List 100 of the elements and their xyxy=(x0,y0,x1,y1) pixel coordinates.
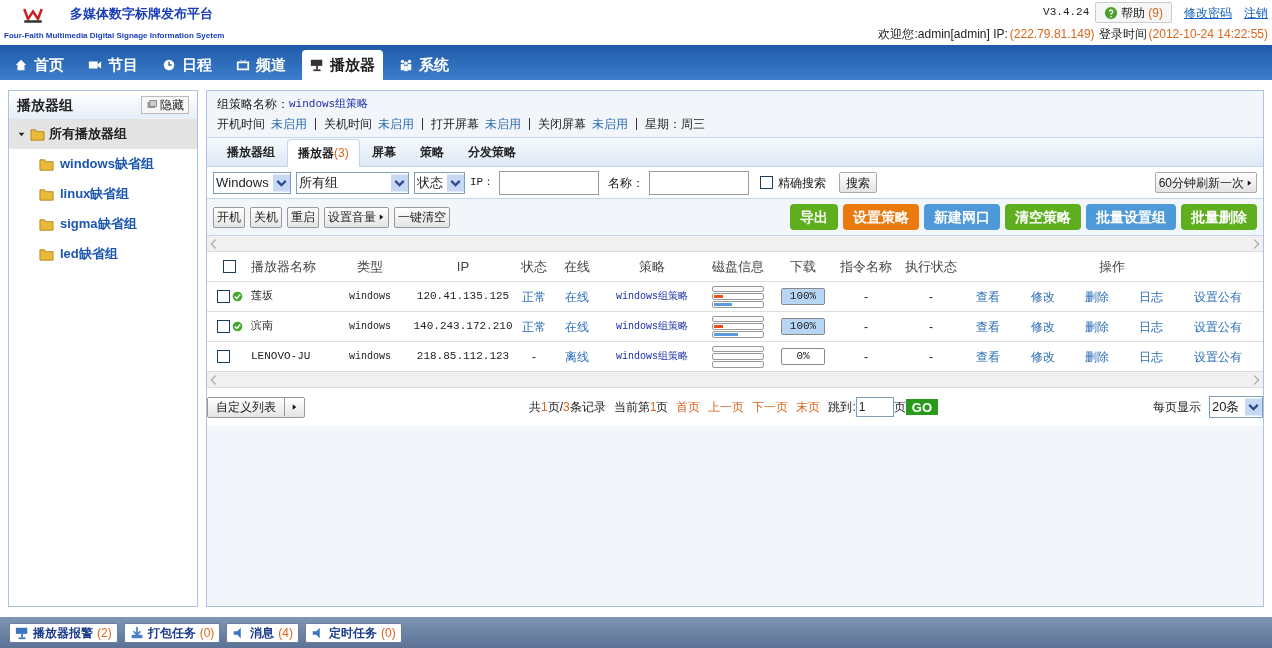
sub-tab[interactable]: 播放器组 xyxy=(215,138,287,166)
column-header: 操作 xyxy=(1098,257,1126,276)
row-action-link[interactable]: 日志 xyxy=(1139,347,1164,366)
caret-icon xyxy=(378,213,385,221)
status-bar-button[interactable]: 定时任务 (0) xyxy=(305,622,402,643)
page-suffix: 页 xyxy=(893,399,906,416)
row-action-link[interactable]: 设置公有 xyxy=(1193,317,1242,336)
setting-label: 打开屏幕 xyxy=(431,116,479,133)
status-bar-button[interactable]: 打包任务 (0) xyxy=(123,622,221,643)
caret-icon xyxy=(1246,178,1253,187)
policy-name-label: 组策略名称： xyxy=(217,96,289,113)
row-action-link[interactable]: 查看 xyxy=(976,287,1001,306)
download-percent: 100% xyxy=(788,319,818,334)
tree-item[interactable]: 所有播放器组 xyxy=(9,119,197,149)
online-status-link[interactable]: 离线 xyxy=(551,347,603,366)
row-action-link[interactable]: 日志 xyxy=(1139,287,1164,306)
column-header: 下载 xyxy=(789,257,817,276)
column-header: 磁盘信息 xyxy=(711,257,765,276)
tree-item[interactable]: windows缺省组 xyxy=(9,149,197,179)
pager-link[interactable]: 末页 xyxy=(796,398,821,416)
nav-tab[interactable]: 节目 xyxy=(80,50,146,80)
status-bar-button[interactable]: 播放器报警 (2) xyxy=(9,622,118,643)
action-button[interactable]: 重启 xyxy=(287,206,319,228)
sub-tab[interactable]: 屏幕 xyxy=(359,138,408,166)
name-input-field[interactable] xyxy=(649,170,750,195)
header-link[interactable]: 修改密码 xyxy=(1184,3,1232,22)
row-action-link[interactable]: 删除 xyxy=(1084,347,1109,366)
action-button[interactable]: 一键清空 xyxy=(394,206,450,228)
os-dropdown[interactable]: Windows xyxy=(213,171,291,194)
table-cell-text: 滨南 xyxy=(251,319,274,335)
row-action-link[interactable]: 设置公有 xyxy=(1193,347,1242,366)
online-status-link[interactable]: 在线 xyxy=(551,317,603,336)
monitor-icon xyxy=(15,625,29,640)
row-checkbox[interactable] xyxy=(217,290,230,303)
row-action-link[interactable]: 修改 xyxy=(1030,347,1055,366)
horizontal-scrollbar[interactable] xyxy=(207,236,1263,252)
row-action-link[interactable]: 删除 xyxy=(1084,287,1109,306)
row-action-link[interactable]: 设置公有 xyxy=(1193,287,1242,306)
nav-tab[interactable]: 首页 xyxy=(6,50,72,80)
row-checkbox[interactable] xyxy=(217,350,230,363)
policy-link[interactable]: windows组策略 xyxy=(603,349,701,364)
column-header: 状态 xyxy=(520,257,548,276)
row-action-link[interactable]: 修改 xyxy=(1030,287,1055,306)
pager-link[interactable]: 上一页 xyxy=(708,398,745,416)
row-checkbox[interactable] xyxy=(217,320,230,333)
login-time: (2012-10-24 14:22:55) xyxy=(1148,26,1268,43)
group-dropdown[interactable]: 所有组 xyxy=(296,171,409,194)
folder-icon xyxy=(39,216,54,232)
action-button[interactable]: 开机 xyxy=(213,206,245,228)
column-header: 播放器名称 xyxy=(251,257,317,276)
header-link[interactable]: 注销 xyxy=(1244,3,1268,22)
status-bar-button[interactable]: 消息 (4) xyxy=(226,622,299,643)
row-action-link[interactable]: 查看 xyxy=(976,317,1001,336)
exact-search-checkbox[interactable] xyxy=(760,176,774,189)
go-button[interactable]: GO xyxy=(905,399,938,415)
sub-tab[interactable]: 播放器(3) xyxy=(287,139,360,167)
tree-item[interactable]: linux缺省组 xyxy=(9,179,197,209)
row-action-link[interactable]: 修改 xyxy=(1030,317,1055,336)
ip-input-field[interactable] xyxy=(499,170,600,195)
search-button[interactable]: 搜索 xyxy=(839,172,878,193)
hide-button[interactable]: 隐藏 xyxy=(141,96,189,114)
refresh-interval-button[interactable]: 60分钟刷新一次 xyxy=(1154,172,1257,193)
setting-label: 关机时间 xyxy=(324,116,372,133)
folder-icon xyxy=(30,126,45,142)
policy-link[interactable]: windows组策略 xyxy=(603,289,701,304)
sub-tab[interactable]: 分发策略 xyxy=(455,138,528,166)
action-button[interactable]: 关机 xyxy=(250,206,282,228)
table-cell-text: 120.41.135.125 xyxy=(415,289,511,305)
sub-tab[interactable]: 策略 xyxy=(407,138,456,166)
page-input-field[interactable]: 1 xyxy=(855,397,894,417)
horizontal-scrollbar[interactable] xyxy=(207,372,1263,388)
tree-item[interactable]: led缺省组 xyxy=(9,239,197,269)
nav-tab[interactable]: 频道 xyxy=(228,50,294,80)
setting-value: 未启用 xyxy=(592,116,628,133)
row-action-link[interactable]: 查看 xyxy=(976,347,1001,366)
select-all-checkbox[interactable] xyxy=(222,260,236,273)
online-status-link[interactable]: 在线 xyxy=(551,287,603,306)
policy-name-link[interactable]: windows组策略 xyxy=(289,95,369,113)
pager-link[interactable]: 首页 xyxy=(676,398,701,416)
nav-tab[interactable]: 播放器 xyxy=(302,50,383,80)
people-icon xyxy=(399,58,413,72)
action-button[interactable]: 设置音量 xyxy=(324,206,389,228)
policy-link[interactable]: windows组策略 xyxy=(603,319,701,334)
help-button[interactable]: 帮助 (9) xyxy=(1095,2,1172,23)
custom-list-button[interactable]: 自定义列表 xyxy=(207,396,305,418)
nav-tab[interactable]: 系统 xyxy=(391,50,457,80)
table-cell-text: - xyxy=(928,318,934,336)
table-cell-text: 正常 xyxy=(521,318,547,336)
setting-label: 关闭屏幕 xyxy=(538,116,586,133)
per-page-dropdown[interactable]: 20条 xyxy=(1209,396,1263,418)
tree-item[interactable]: sigma缺省组 xyxy=(9,209,197,239)
row-action-link[interactable]: 删除 xyxy=(1084,317,1109,336)
status-dropdown[interactable]: 状态 xyxy=(414,171,465,194)
version-label: V3.4.24 xyxy=(1043,5,1090,21)
pager-link[interactable]: 下一页 xyxy=(752,398,789,416)
table-cell-text: windows xyxy=(348,320,392,334)
download-percent: 0% xyxy=(795,349,811,364)
nav-tab[interactable]: 日程 xyxy=(154,50,220,80)
exact-search-label: 精确搜索 xyxy=(778,174,827,192)
row-action-link[interactable]: 日志 xyxy=(1139,317,1164,336)
